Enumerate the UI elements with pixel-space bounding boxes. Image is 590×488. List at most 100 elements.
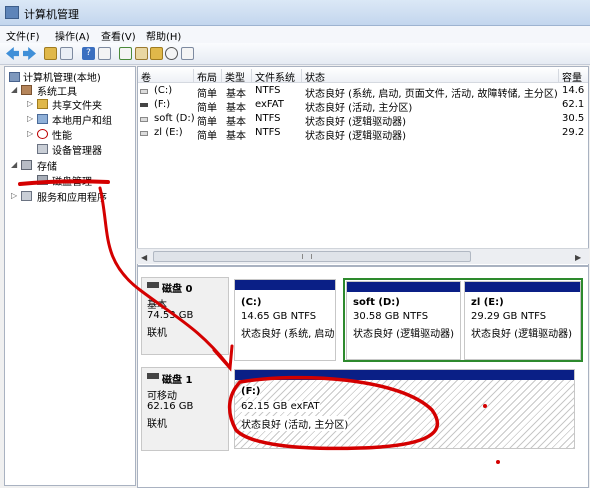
volume-filesystem: NTFS	[255, 127, 281, 138]
table-row[interactable]: (C:) 简单 基本 NTFS 状态良好 (系统, 启动, 页面文件, 活动, …	[138, 84, 588, 100]
volume-capacity: 30.5	[562, 113, 585, 124]
device-manager-icon	[37, 144, 48, 154]
disk1-type: 可移动	[147, 391, 177, 402]
title-bar: 计算机管理	[0, 0, 590, 26]
scrollbar-thumb[interactable]	[153, 251, 471, 262]
disk-icon	[147, 282, 159, 288]
tree-device-manager[interactable]: 设备管理器	[52, 142, 102, 157]
export-icon[interactable]	[135, 47, 148, 60]
refresh-icon[interactable]	[119, 47, 132, 60]
volume-icon	[140, 89, 148, 94]
window-title: 计算机管理	[24, 8, 79, 21]
disk0-name: 磁盘 0	[162, 284, 193, 295]
collapse-icon[interactable]: ◢	[11, 160, 17, 169]
disk0-type: 基本	[147, 300, 167, 311]
disk1-label-panel[interactable]: 磁盘 1 可移动 62.16 GB 联机	[141, 367, 229, 451]
scroll-left-icon[interactable]: ◀	[141, 253, 147, 262]
column-filesystem[interactable]: 文件系统	[252, 69, 302, 84]
performance-icon	[37, 129, 48, 139]
services-icon	[21, 191, 32, 201]
table-row[interactable]: soft (D:) 简单 基本 NTFS 状态良好 (逻辑驱动器) 30.5	[138, 112, 588, 128]
storage-icon	[21, 160, 32, 170]
show-hide-tree-icon[interactable]	[60, 47, 73, 60]
tree-shared-folders[interactable]: 共享文件夹	[52, 97, 102, 112]
tree-system-tools[interactable]: 系统工具	[37, 83, 77, 98]
volume-filesystem: NTFS	[255, 113, 281, 124]
disk-management-icon	[37, 175, 48, 185]
volume-d-status: 状态良好 (逻辑驱动器)	[353, 329, 454, 340]
forward-icon[interactable]	[23, 47, 36, 60]
expand-icon[interactable]: ▷	[11, 191, 17, 200]
table-row[interactable]: (F:) 简单 基本 exFAT 状态良好 (活动, 主分区) 62.1	[138, 98, 588, 114]
tree-performance[interactable]: 性能	[52, 127, 72, 142]
expand-icon[interactable]: ▷	[27, 99, 33, 108]
tree-services-applications[interactable]: 服务和应用程序	[37, 189, 107, 204]
menu-file[interactable]: 文件(F)	[6, 28, 40, 43]
volume-d-label: soft (D:)	[353, 297, 400, 308]
collapse-icon[interactable]: ◢	[11, 85, 17, 94]
volume-e-size: 29.29 GB NTFS	[471, 311, 547, 322]
disk0-label-panel[interactable]: 磁盘 0 基本 74.53 GB 联机	[141, 277, 229, 355]
volume-f-size: 62.15 GB exFAT	[241, 401, 320, 412]
volume-icon	[140, 117, 148, 122]
users-icon	[37, 114, 48, 124]
computer-management-window: 计算机管理 文件(F) 操作(A) 查看(V) 帮助(H) ? 计算机管理(本地…	[0, 0, 590, 488]
back-icon[interactable]	[6, 47, 19, 60]
volume-d[interactable]: soft (D:) 30.58 GB NTFS 状态良好 (逻辑驱动器)	[346, 281, 461, 360]
volume-list: 卷 布局 类型 文件系统 状态 容量 (C:) 简单 基本 NTFS 状态良好 …	[137, 66, 589, 266]
volume-bar	[235, 370, 574, 380]
tree-root[interactable]: 计算机管理(本地)	[23, 69, 101, 84]
column-capacity[interactable]: 容量	[559, 69, 588, 84]
volume-type: 基本	[226, 131, 246, 142]
scroll-right-icon[interactable]: ▶	[575, 253, 581, 262]
tree-disk-management[interactable]: 磁盘管理	[52, 173, 92, 188]
open-icon[interactable]	[150, 47, 163, 60]
volume-name: (F:)	[154, 99, 171, 110]
column-layout[interactable]: 布局	[194, 69, 222, 84]
volume-c-label: (C:)	[241, 297, 262, 308]
volume-name: zl (E:)	[154, 127, 183, 138]
volume-capacity: 14.6	[562, 85, 585, 96]
volume-icon	[140, 131, 148, 136]
tree-local-users[interactable]: 本地用户和组	[52, 112, 112, 127]
volume-filesystem: NTFS	[255, 85, 281, 96]
grip-icon	[302, 254, 312, 259]
disk0-state: 联机	[147, 328, 167, 339]
properties-alt-icon[interactable]	[181, 47, 194, 60]
volume-bar	[235, 280, 335, 290]
computer-management-app-icon	[5, 6, 19, 19]
help-icon[interactable]: ?	[82, 47, 95, 60]
search-icon[interactable]	[165, 47, 178, 60]
column-volume[interactable]: 卷	[138, 69, 194, 84]
up-icon[interactable]	[44, 47, 57, 60]
expand-icon[interactable]: ▷	[27, 129, 33, 138]
removable-volume-icon	[140, 103, 148, 107]
menu-help[interactable]: 帮助(H)	[146, 28, 181, 43]
shared-folder-icon	[37, 99, 48, 109]
disk-graphical-view: 磁盘 0 基本 74.53 GB 联机 (C:) 14.65 GB NTFS 状…	[137, 266, 589, 488]
volume-f-label: (F:)	[241, 386, 261, 397]
disk1-state: 联机	[147, 419, 167, 430]
horizontal-scrollbar[interactable]: ◀ ▶	[137, 248, 589, 264]
volume-d-size: 30.58 GB NTFS	[353, 311, 429, 322]
volume-c[interactable]: (C:) 14.65 GB NTFS 状态良好 (系统, 启动,	[234, 279, 336, 361]
table-row[interactable]: zl (E:) 简单 基本 NTFS 状态良好 (逻辑驱动器) 29.2	[138, 126, 588, 142]
volume-capacity: 29.2	[562, 127, 585, 138]
volume-layout: 简单	[197, 131, 217, 142]
volume-f[interactable]: (F:) 62.15 GB exFAT 状态良好 (活动, 主分区)	[234, 369, 575, 449]
menu-view[interactable]: 查看(V)	[101, 28, 136, 43]
volume-bar	[465, 282, 580, 292]
volume-e[interactable]: zl (E:) 29.29 GB NTFS 状态良好 (逻辑驱动器)	[464, 281, 581, 360]
expand-icon[interactable]: ▷	[27, 114, 33, 123]
column-type[interactable]: 类型	[222, 69, 252, 84]
menu-action[interactable]: 操作(A)	[55, 28, 90, 43]
properties-icon[interactable]	[98, 47, 111, 60]
volume-e-label: zl (E:)	[471, 297, 504, 308]
tree-storage[interactable]: 存储	[37, 158, 57, 173]
volume-bar	[347, 282, 460, 292]
volume-name: (C:)	[154, 85, 173, 96]
column-status[interactable]: 状态	[302, 69, 559, 84]
volume-f-status: 状态良好 (活动, 主分区)	[241, 416, 349, 431]
volume-filesystem: exFAT	[255, 99, 284, 110]
disk1-size: 62.16 GB	[147, 401, 194, 412]
